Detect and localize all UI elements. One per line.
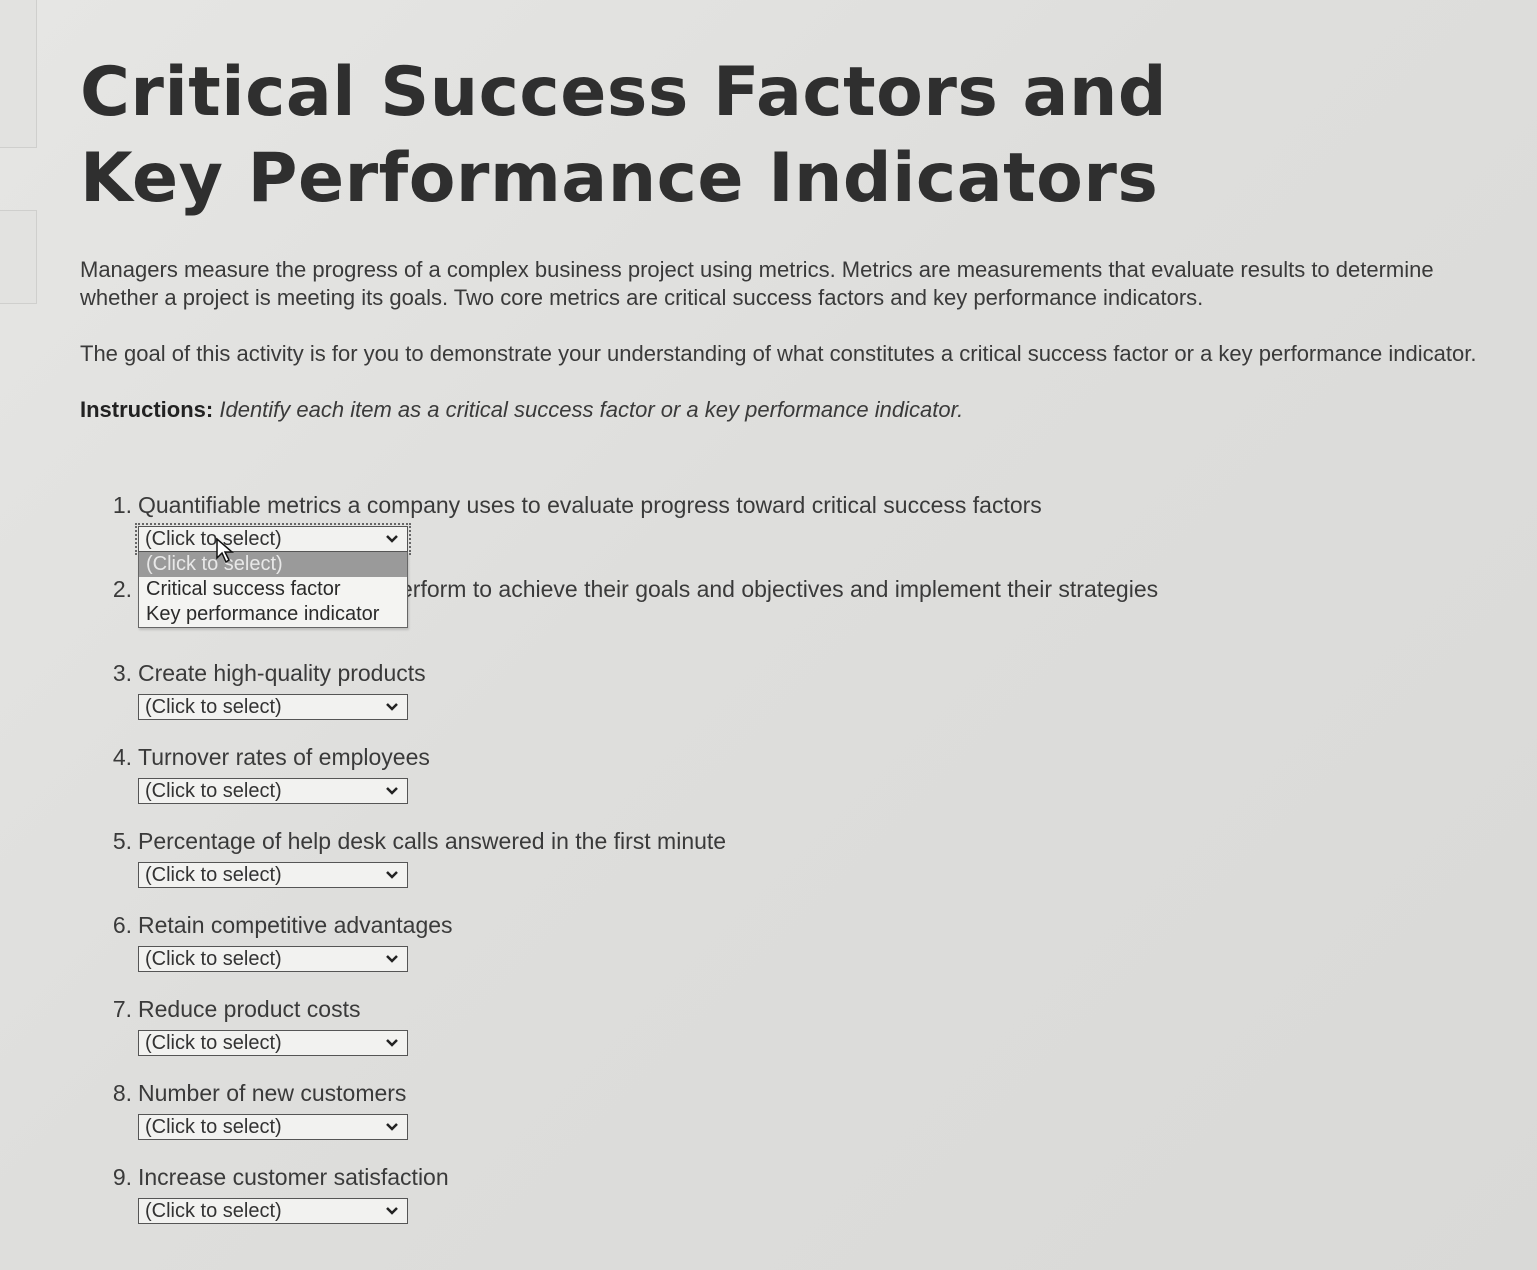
question-item: 6. Retain competitive advantages (Click t… — [108, 910, 1408, 994]
question-text: Reduce product costs — [138, 996, 361, 1022]
answer-dropdown-list: (Click to select) Critical success facto… — [138, 552, 408, 628]
question-text: Percentage of help desk calls answered i… — [138, 828, 727, 854]
answer-select[interactable]: (Click to select) — [138, 1198, 408, 1224]
dropdown-option-critical-success-factor[interactable]: Critical success factor — [139, 577, 407, 602]
chevron-down-icon — [386, 535, 398, 543]
question-number: 6. — [112, 912, 132, 938]
instructions: Instructions: Identify each item as a cr… — [80, 396, 1520, 424]
select-value: (Click to select) — [145, 1116, 282, 1138]
question-number: 9. — [112, 1164, 132, 1190]
goal-paragraph: The goal of this activity is for you to … — [80, 341, 1477, 366]
question-number: 2. — [112, 576, 132, 602]
question-text: Retain competitive advantages — [138, 912, 453, 938]
question-list: 1. Quantifiable metrics a company uses to… — [108, 490, 1408, 1246]
activity-content: Critical Success Factors and Key Perform… — [80, 50, 1520, 424]
question-item: 5. Percentage of help desk calls answered… — [108, 826, 1408, 910]
question-number: 8. — [112, 1080, 132, 1106]
sidebar-tab[interactable] — [0, 0, 37, 148]
question-text: Quantifiable metrics a company uses to e… — [138, 492, 1042, 518]
select-value: (Click to select) — [145, 780, 282, 802]
select-value: (Click to select) — [145, 948, 282, 970]
question-text: Turnover rates of employees — [138, 744, 430, 770]
instructions-text: Identify each item as a critical success… — [219, 397, 964, 422]
dropdown-option-key-performance-indicator[interactable]: Key performance indicator — [139, 602, 407, 627]
question-number: 5. — [112, 828, 132, 854]
select-value: (Click to select) — [145, 864, 282, 886]
question-item: 4. Turnover rates of employees (Click to … — [108, 742, 1408, 826]
question-item: 1. Quantifiable metrics a company uses to… — [108, 490, 1408, 628]
question-item: 3. Create high-quality products (Click to… — [108, 658, 1408, 742]
question-text: Increase customer satisfaction — [138, 1164, 449, 1190]
answer-select[interactable]: (Click to select) — [138, 1030, 408, 1056]
question-text: Number of new customers — [138, 1080, 407, 1106]
select-value: (Click to select) — [145, 528, 282, 550]
instructions-label: Instructions: — [80, 397, 214, 422]
chevron-down-icon — [386, 787, 398, 795]
select-value: (Click to select) — [145, 1032, 282, 1054]
question-number: 3. — [112, 660, 132, 686]
chevron-down-icon — [386, 703, 398, 711]
question-item: 8. Number of new customers (Click to sele… — [108, 1078, 1408, 1162]
chevron-down-icon — [386, 955, 398, 963]
answer-select[interactable]: (Click to select) — [138, 862, 408, 888]
chevron-down-icon — [386, 1123, 398, 1131]
question-number: 4. — [112, 744, 132, 770]
chevron-down-icon — [386, 1207, 398, 1215]
question-number: 1. — [112, 492, 132, 518]
answer-select[interactable]: (Click to select) — [138, 694, 408, 720]
question-text: erform to achieve their goals and object… — [400, 576, 1159, 602]
answer-select[interactable]: (Click to select) — [135, 523, 411, 555]
select-value: (Click to select) — [145, 696, 282, 718]
left-sidebar-strip — [0, 0, 38, 1270]
intro-paragraph: Managers measure the progress of a compl… — [80, 257, 1434, 310]
sidebar-tab[interactable] — [0, 210, 37, 304]
chevron-down-icon — [386, 871, 398, 879]
question-item: 9. Increase customer satisfaction (Click … — [108, 1162, 1408, 1246]
question-text: Create high-quality products — [138, 660, 426, 686]
answer-select[interactable]: (Click to select) — [138, 1114, 408, 1140]
answer-select[interactable]: (Click to select) — [138, 946, 408, 972]
chevron-down-icon — [386, 1039, 398, 1047]
dropdown-option-placeholder[interactable]: (Click to select) — [139, 552, 407, 577]
select-value: (Click to select) — [145, 1200, 282, 1222]
answer-select[interactable]: (Click to select) — [138, 778, 408, 804]
question-item: 7. Reduce product costs (Click to select) — [108, 994, 1408, 1078]
mouse-pointer-icon — [216, 538, 235, 564]
page-title: Critical Success Factors and Key Perform… — [80, 53, 1168, 218]
question-number: 7. — [112, 996, 132, 1022]
